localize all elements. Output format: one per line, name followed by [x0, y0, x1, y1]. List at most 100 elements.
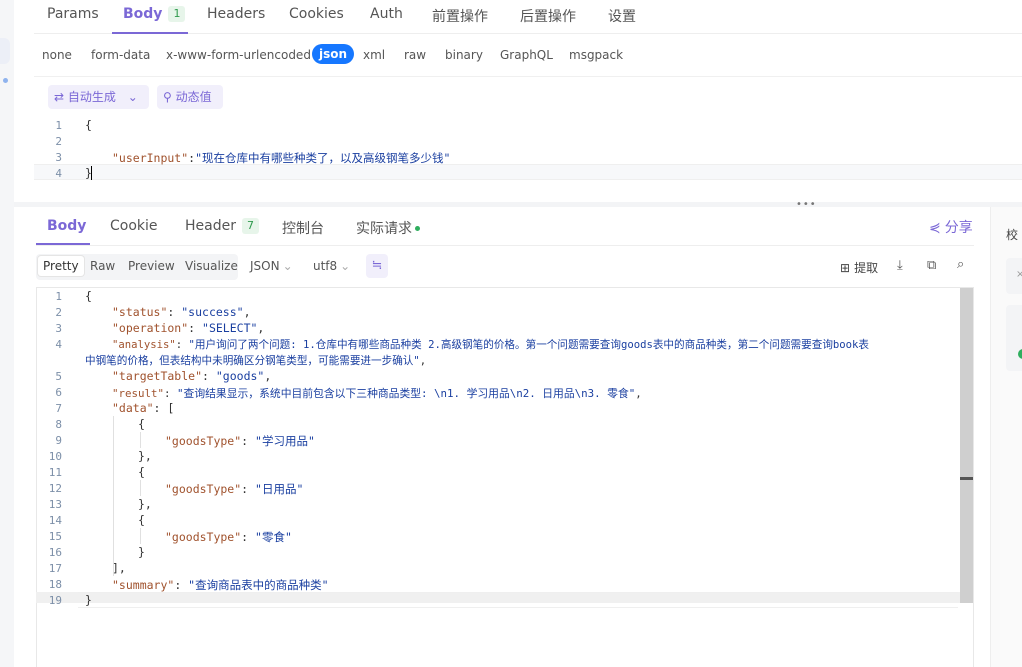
line-number: 2	[55, 135, 62, 148]
code-line: "data": [	[112, 401, 175, 415]
format-raw[interactable]: Raw	[90, 259, 115, 273]
response-tab-body[interactable]: Body	[47, 218, 86, 234]
tab-cookies[interactable]: Cookies	[289, 6, 344, 22]
tab-post-operations[interactable]: 后置操作	[520, 6, 576, 26]
response-tab-console[interactable]: 控制台	[282, 218, 324, 238]
json-key: "operation"	[112, 321, 189, 335]
code-brace: }	[138, 545, 145, 559]
swap-icon: ⇄	[54, 90, 65, 104]
body-type-none[interactable]: none	[42, 48, 72, 62]
line-number: 7	[55, 402, 62, 415]
json-key: "goodsType"	[165, 482, 242, 496]
encoding-select[interactable]: utf8 ⌄	[313, 259, 350, 273]
header-count-badge: 7	[241, 218, 259, 234]
line-number: 12	[48, 482, 62, 495]
search-icon[interactable]: ⌕	[957, 257, 964, 272]
line-number: 17	[48, 562, 62, 575]
line-number: 4	[55, 338, 62, 351]
download-icon[interactable]: ⤓	[897, 258, 903, 273]
format-select-value: JSON	[250, 259, 280, 273]
response-tab-cookie[interactable]: Cookie	[110, 218, 158, 234]
json-value: "学习用品"	[255, 434, 315, 448]
right-panel-card[interactable]: ×	[1006, 258, 1022, 294]
tab-body-label: Body	[123, 6, 163, 22]
code-brace: },	[138, 497, 152, 511]
sidebar-handle[interactable]	[0, 38, 10, 64]
request-body-editor[interactable]: 1 2 3 4 { "userInput":"现在仓库中有哪些种类了，以及高级钢…	[34, 116, 1022, 182]
share-button[interactable]: ⋞ 分享	[929, 217, 973, 237]
body-type-msgpack[interactable]: msgpack	[569, 48, 623, 62]
dynamic-value-label: 动态值	[175, 90, 212, 104]
right-panel-card[interactable]	[1006, 305, 1022, 371]
dynamic-value-button[interactable]: ⚲ 动态值	[157, 85, 223, 109]
left-sidebar-strip	[0, 0, 14, 667]
response-tabs-border	[36, 245, 974, 246]
extract-icon: ⊞	[840, 261, 851, 275]
drag-handle-icon[interactable]: •••	[796, 199, 817, 210]
format-select[interactable]: JSON ⌄	[250, 259, 293, 273]
line-number: 6	[55, 386, 62, 399]
code-brace: {	[138, 465, 145, 479]
json-key: "summary"	[112, 578, 175, 592]
body-type-graphql[interactable]: GraphQL	[500, 48, 553, 62]
tab-auth[interactable]: Auth	[370, 6, 403, 22]
body-count-badge: 1	[168, 6, 186, 22]
json-key: "goodsType"	[165, 434, 242, 448]
json-value: 中钢笔的价格，但表结构中未明确区分钢笔类型，可能需要进一步确认"	[85, 355, 420, 367]
json-key: "status"	[112, 305, 168, 319]
json-value: "SELECT"	[202, 321, 258, 335]
scrollbar-thumb[interactable]	[960, 477, 973, 480]
json-key: "data"	[112, 401, 154, 415]
tab-headers[interactable]: Headers	[207, 6, 265, 22]
response-tab-actual-request[interactable]: 实际请求	[356, 218, 420, 238]
json-key: "analysis"	[112, 339, 176, 351]
body-type-xml[interactable]: xml	[363, 48, 385, 62]
code-line: "summary": "查询商品表中的商品种类"	[112, 578, 329, 592]
line-number: 3	[55, 322, 62, 335]
close-icon[interactable]: ×	[1016, 269, 1022, 280]
auto-generate-label: 自动生成	[67, 90, 116, 104]
tab-params[interactable]: Params	[47, 6, 99, 22]
json-value: "goods"	[215, 369, 265, 383]
tab-pre-operations[interactable]: 前置操作	[432, 6, 488, 26]
vertical-scrollbar[interactable]	[960, 288, 973, 603]
code-line: "goodsType": "日用品"	[165, 482, 304, 496]
wrap-lines-button[interactable]: ≒	[366, 254, 388, 278]
format-pretty[interactable]: Pretty	[38, 256, 84, 276]
current-line-highlight	[34, 164, 1022, 180]
body-type-urlencoded[interactable]: x-www-form-urlencoded	[166, 48, 311, 62]
line-number: 2	[55, 306, 62, 319]
share-label: 分享	[944, 220, 973, 236]
tab-body[interactable]: Body 1	[123, 6, 186, 22]
line-number: 5	[55, 370, 62, 383]
line-number: 1	[55, 119, 62, 132]
auto-generate-button[interactable]: ⇄ 自动生成 ⌄	[48, 85, 149, 109]
json-key: "userInput"	[112, 151, 189, 165]
tab-settings[interactable]: 设置	[608, 6, 636, 26]
active-tab-underline	[112, 32, 188, 34]
request-tabs: Params Body 1 Headers Cookies Auth 前置操作 后…	[34, 0, 1022, 34]
response-tab-header[interactable]: Header 7	[185, 218, 259, 234]
copy-icon[interactable]: ⧉	[927, 258, 936, 273]
code-line: "result": "查询结果显示，系统中目前包含以下三种商品类型: \n1. …	[112, 387, 642, 400]
body-type-binary[interactable]: binary	[445, 48, 483, 62]
code-line: "analysis": "用户询问了两个问题: 1.仓库中有哪些商品种类 2.高…	[112, 339, 870, 351]
code-brace: {	[85, 289, 92, 303]
status-dot-icon	[1018, 349, 1022, 359]
extract-button[interactable]: ⊞ 提取	[840, 259, 878, 276]
response-code-area: 1 2 3 4 5 6 7 8 9 10 11 12 13 14 15 16 1…	[34, 288, 959, 608]
json-value: "日用品"	[255, 482, 304, 496]
wrap-lines-icon: ≒	[371, 258, 383, 273]
body-type-json[interactable]: json	[312, 44, 355, 64]
json-value: "零食"	[255, 530, 292, 544]
line-number: 14	[48, 514, 62, 527]
body-type-form-data[interactable]: form-data	[91, 48, 150, 62]
current-line-highlight	[78, 592, 958, 608]
chevron-down-icon[interactable]: ⌄	[128, 90, 138, 104]
format-visualize[interactable]: Visualize	[185, 259, 238, 273]
json-value: "现在仓库中有哪些种类了，以及高级钢笔多少钱"	[195, 151, 451, 165]
format-preview[interactable]: Preview	[128, 259, 175, 273]
body-type-raw[interactable]: raw	[404, 48, 426, 62]
json-value: "查询结果显示，系统中目前包含以下三种商品类型: \n1. 学习用品\n2. 日…	[177, 387, 636, 400]
panel-divider[interactable]	[14, 202, 1022, 207]
